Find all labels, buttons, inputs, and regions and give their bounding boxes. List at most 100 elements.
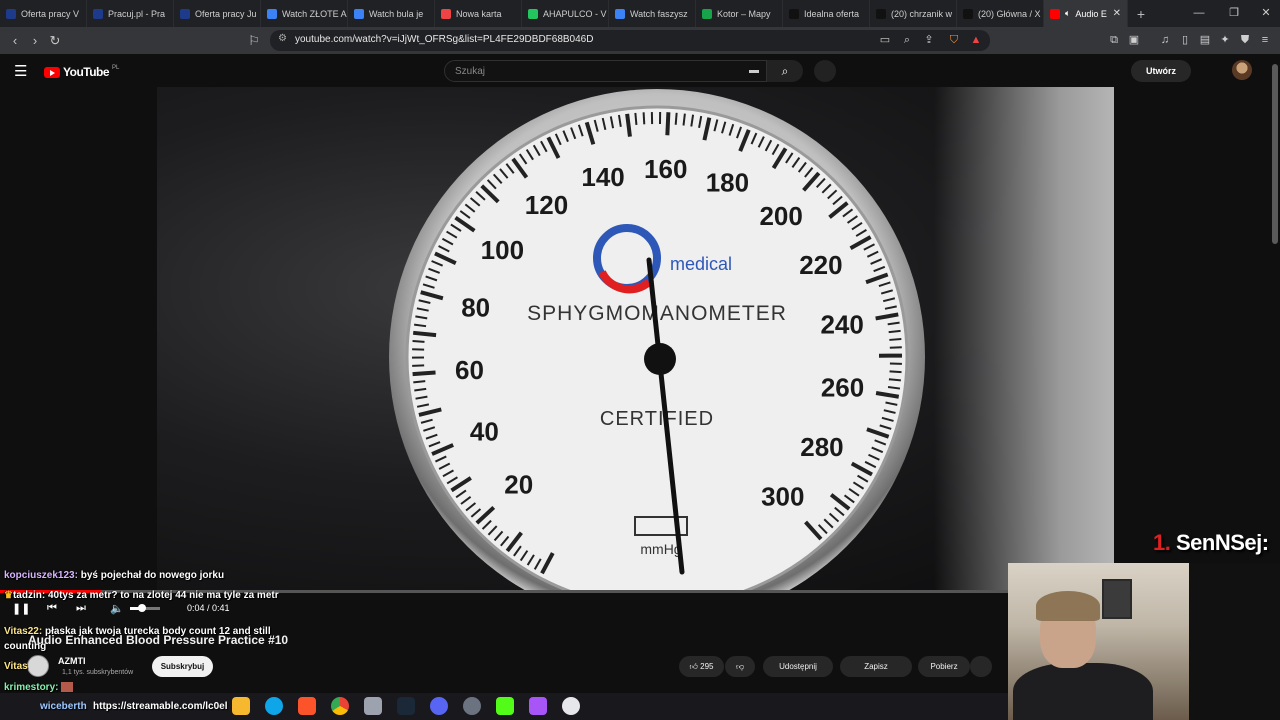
tab-favicon-icon [963, 8, 973, 19]
gauge-tick [682, 113, 686, 126]
youtube-logo[interactable]: YouTube PL [44, 65, 119, 79]
search-placeholder: Szukaj [455, 66, 486, 77]
gauge-tick [889, 338, 902, 341]
gauge-tick [888, 329, 901, 334]
steam-icon[interactable] [397, 697, 415, 715]
previous-icon[interactable]: ⏮ [47, 602, 57, 615]
dislike-button[interactable]: 👎︎ [725, 656, 755, 677]
twitch-icon[interactable] [529, 697, 547, 715]
browser-tab[interactable]: Watch ZŁOTE A [261, 0, 348, 27]
right-dark-strip [1189, 563, 1280, 720]
wallet-icon[interactable]: ▤ [1198, 33, 1212, 47]
chat-user: tadzin: [12, 590, 46, 601]
gauge-label: 140 [581, 162, 624, 192]
url-text: youtube.com/watch?v=iJjWt_OFRSg&list=PL4… [295, 34, 594, 45]
like-button[interactable]: 👍︎ 295 [679, 656, 724, 677]
menu-icon[interactable]: ≡ [1258, 33, 1272, 47]
channel-subscribers: 1,1 tys. subskrybentów [62, 669, 134, 676]
browser-tab[interactable]: Watch bula je [348, 0, 435, 27]
brave-shield-icon[interactable]: ⛉ [947, 33, 961, 47]
zoom-icon[interactable]: ⌕ [900, 33, 914, 47]
app-icon[interactable] [364, 697, 382, 715]
minimize-icon[interactable]: — [1183, 0, 1215, 27]
vpn-icon[interactable]: ⛊ [1238, 33, 1252, 47]
gauge-label: 60 [455, 355, 484, 385]
browser-tab[interactable]: Idealna oferta [783, 0, 870, 27]
download-button[interactable]: Pobierz [918, 656, 970, 677]
file-explorer-icon[interactable] [232, 697, 250, 715]
browser-tab[interactable]: Nowa karta [435, 0, 522, 27]
scrollbar[interactable] [1272, 64, 1278, 244]
close-window-icon[interactable]: ✕ [1250, 0, 1280, 27]
maximize-icon[interactable]: ❐ [1218, 0, 1250, 27]
chat-text: 40tys za metr? to na zlotej 44 nie ma ty… [47, 590, 279, 601]
discord-icon[interactable] [430, 697, 448, 715]
gauge-tick [674, 112, 678, 125]
extensions-icon[interactable]: ⧉ [1107, 33, 1121, 47]
gauge-tick [625, 113, 632, 137]
edge-icon[interactable] [265, 697, 283, 715]
brave-rewards-icon[interactable]: ▲ [969, 33, 983, 47]
volume-knob[interactable] [138, 604, 146, 612]
browser-tab[interactable]: Oferta pracy Ju [174, 0, 261, 27]
tab-favicon-icon [6, 8, 16, 19]
media-icon[interactable]: ♫ [1158, 33, 1172, 47]
brave-icon[interactable] [298, 697, 316, 715]
more-actions-button[interactable] [970, 656, 992, 677]
search-button[interactable]: ⌕ [767, 60, 803, 82]
site-info-icon[interactable]: ⚙ [278, 33, 287, 44]
voice-search-button[interactable] [814, 60, 836, 82]
chrome-icon[interactable] [331, 697, 349, 715]
leo-icon[interactable]: ✦ [1218, 33, 1232, 47]
tab-label: (20) Główna / X [978, 8, 1041, 19]
avatar[interactable] [1232, 60, 1252, 80]
reload-icon[interactable]: ↻ [45, 31, 65, 51]
subscribe-button[interactable]: Subskrybuj [152, 656, 213, 677]
screenshot-icon[interactable]: ▣ [1127, 33, 1141, 47]
browser-tab[interactable]: AHAPULCO - V [522, 0, 609, 27]
streamer-hair [1036, 591, 1100, 621]
tray-app-icon[interactable] [562, 697, 580, 715]
channel-avatar[interactable] [27, 655, 49, 677]
youtube-header: ☰ YouTube PL Szukaj ▬ ⌕ Utwórz [0, 54, 1280, 87]
obs-icon[interactable] [463, 697, 481, 715]
browser-tab[interactable]: (20) chrzanik w [870, 0, 957, 27]
browser-tab[interactable]: Pracuj.pl - Pra [87, 0, 174, 27]
new-tab-icon[interactable]: + [1128, 6, 1154, 22]
chat-badge-icon: ♛ [4, 590, 13, 601]
browser-tab-active[interactable]: 🔈︎ Audio E ✕ [1044, 0, 1128, 27]
save-button[interactable]: Zapisz [840, 656, 912, 677]
browser-tab[interactable]: Watch faszysz [609, 0, 696, 27]
share-icon[interactable]: ⇪ [922, 33, 936, 47]
forward-icon[interactable]: › [25, 31, 45, 51]
share-button[interactable]: Udostępnij [763, 656, 833, 677]
hamburger-menu-icon[interactable]: ☰ [14, 62, 27, 80]
chat-message: ♛tadzin: 40tys za metr? to na zlotej 44 … [4, 590, 279, 601]
volume-icon[interactable]: 🔈 [110, 602, 124, 615]
tab-favicon-icon [876, 8, 886, 19]
tab-close-icon[interactable]: ✕ [1113, 8, 1121, 19]
cast-icon[interactable]: ▭ [878, 33, 892, 47]
pause-icon[interactable]: ❚❚ [12, 602, 30, 615]
chat-link[interactable]: https://streamable.com/lc0el [93, 701, 228, 712]
gauge-certified: CERTIFIED [600, 408, 714, 430]
gauge-label: 300 [761, 482, 804, 512]
bookmark-icon[interactable]: ⚐ [244, 31, 264, 51]
video-player[interactable]: 20 40 60 80 100 120 140 160 180 200 220 240 260 280 30… [157, 87, 1114, 590]
channel-name[interactable]: AZMTI [58, 656, 86, 666]
search-input[interactable]: Szukaj ▬ [444, 60, 767, 82]
streamer-body [1013, 663, 1153, 720]
create-button[interactable]: Utwórz [1131, 60, 1191, 82]
audio-icon: 🔈︎ [1065, 8, 1071, 18]
time-display: 0:04 / 0:41 [187, 603, 230, 613]
sidebar-icon[interactable]: ▯ [1178, 33, 1192, 47]
browser-tab[interactable]: Kotor – Mapy [696, 0, 783, 27]
browser-tab[interactable]: (20) Główna / X [957, 0, 1044, 27]
like-count: 295 [700, 662, 714, 671]
browser-tab[interactable]: Oferta pracy V [0, 0, 87, 27]
keyboard-icon[interactable]: ▬ [749, 65, 759, 76]
gauge-tick [665, 112, 671, 136]
next-icon[interactable]: ⏭ [76, 602, 86, 615]
kick-icon[interactable] [496, 697, 514, 715]
back-icon[interactable]: ‹ [5, 31, 25, 51]
